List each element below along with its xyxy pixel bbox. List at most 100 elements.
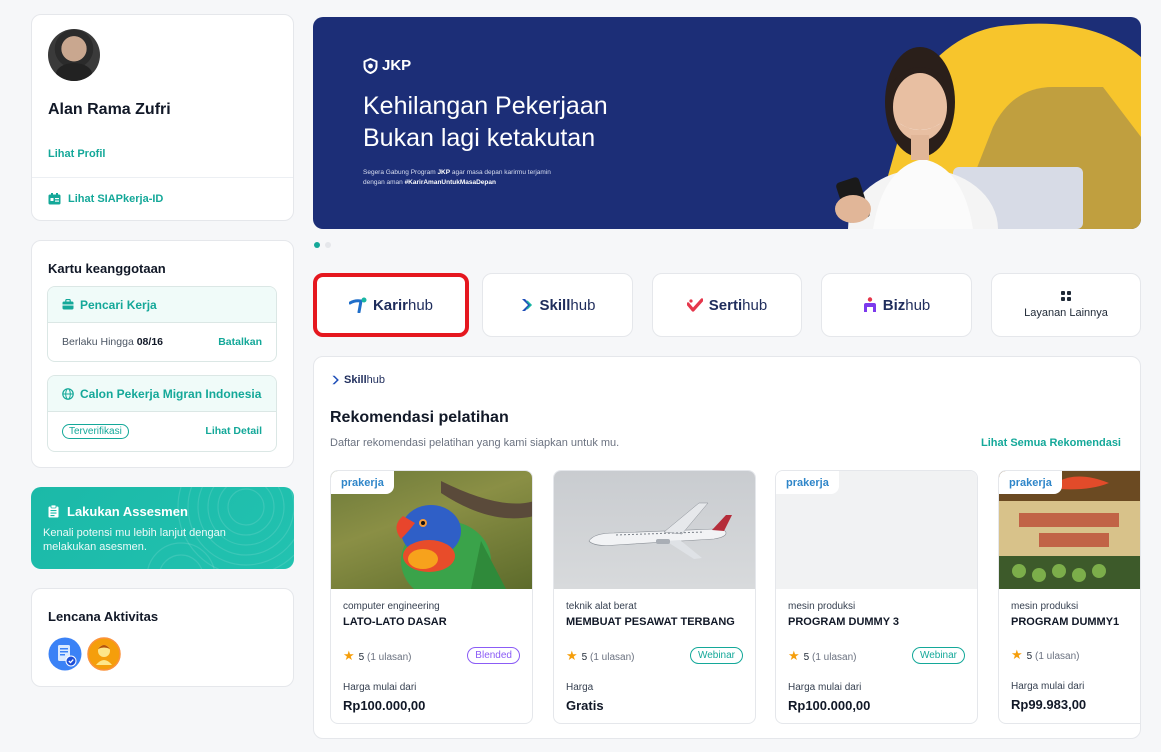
membership-title: Kartu keanggotaan [48,261,166,276]
job-seeker-footer: Berlaku Hingga 08/16 Batalkan [48,323,276,361]
bizhub-label: Bizhub [883,297,931,314]
skillhub-section-logo: Skillhub [331,374,385,386]
star-icon: ★ [788,647,800,663]
banner-sub-1c: agar masa depan karirmu terjamin [450,169,551,176]
training-category: teknik alat berat [566,601,637,612]
skillhub-logo-icon [521,299,532,311]
migrant-membership: Calon Pekerja Migran Indonesia Terverifi… [47,375,277,452]
karirhub-label: Karirhub [373,297,433,314]
carousel-dot-active[interactable] [314,242,320,248]
training-card-body: teknik alat berat MEMBUAT PESAWAT TERBAN… [554,589,755,713]
bizhub-brand: Biz [882,296,906,314]
profile-card: Alan Rama Zufri Lihat Profil Lihat SIAPk… [31,14,294,221]
view-profile-link[interactable]: Lihat Profil [48,148,105,160]
view-detail-link[interactable]: Lihat Detail [205,425,262,437]
price-label: Harga [566,682,594,693]
training-name: PROGRAM DUMMY 3 [788,616,900,628]
more-services-button[interactable]: Layanan Lainnya [991,273,1141,337]
banner-subtext: Segera Gabung Program JKP agar masa depa… [363,168,551,188]
training-price: Gratis [566,698,604,713]
rating-group: ★ 5 (1 ulasan) [343,648,411,664]
sertihub-hub: hub [742,296,768,314]
membership-card: Kartu keanggotaan Pencari Kerja Berlaku … [31,240,294,468]
training-rating: ★ 5 (1 ulasan) Webinar [788,647,965,664]
banner-headline-line-1: Kehilangan Pekerjaan [363,92,608,120]
assessment-heading: Lakukan Assesmen [48,504,188,519]
person-badge-icon[interactable] [87,637,121,671]
rating-value: 5 [803,651,810,663]
banner-headline: Kehilangan Pekerjaan Bukan lagi ketakuta… [363,90,608,154]
cancel-membership-link[interactable]: Batalkan [218,336,262,348]
training-rating: ★ 5 (1 ulasan) Webinar [566,647,743,664]
karirhub-hub: hub [408,296,434,314]
training-card[interactable]: prakerja computer engineering LATO-LATO … [330,470,533,724]
divider [32,177,293,178]
see-all-link[interactable]: Lihat Semua Rekomendasi [981,437,1121,449]
badges-card: Lencana Aktivitas [31,588,294,687]
migrant-header: Calon Pekerja Migran Indonesia [48,376,276,412]
sertihub-button[interactable]: Sertihub [652,273,802,337]
view-siap-link[interactable]: Lihat SIAPkerja-ID [48,193,163,205]
star-icon: ★ [1011,647,1023,662]
shield-icon [363,57,378,74]
training-subtitle: Daftar rekomendasi pelatihan yang kami s… [330,437,620,449]
mode-badge: Blended [467,647,520,664]
training-thumbnail: prakerja [999,471,1140,589]
karirhub-brand: Karir [372,296,408,314]
section-brand-label: Skillhub [344,374,385,386]
job-seeker-membership: Pencari Kerja Berlaku Hingga 08/16 Batal… [47,286,277,362]
profile-name: Alan Rama Zufri [48,101,171,118]
training-price: Rp99.983,00 [1011,697,1087,712]
verified-badge: Terverifikasi [62,423,129,439]
training-title: Rekomendasi pelatihan [330,409,509,426]
banner-sub-1b: JKP [437,169,451,176]
assessment-card[interactable]: Lakukan Assesmen Kenali potensi mu lebih… [31,487,294,569]
training-thumbnail [554,471,755,589]
training-card-body: computer engineering LATO-LATO DASAR ★ 5 … [331,589,532,713]
training-card[interactable]: teknik alat berat MEMBUAT PESAWAT TERBAN… [553,470,756,724]
training-name: MEMBUAT PESAWAT TERBANG [566,616,735,628]
job-seeker-header: Pencari Kerja [48,287,276,323]
briefcase-icon [62,299,74,310]
airplane-image [588,502,732,559]
karirhub-button[interactable]: Karirhub [313,273,469,337]
clipboard-icon [48,505,59,518]
training-price: Rp100.000,00 [343,698,426,713]
prakerja-badge: prakerja [999,471,1062,494]
carousel-dot[interactable] [325,242,331,248]
badges-title: Lencana Aktivitas [48,609,159,624]
bizhub-button[interactable]: Bizhub [821,273,972,337]
validity-date: 08/16 [136,336,163,348]
validity-prefix: Berlaku Hingga [62,336,137,348]
training-card[interactable]: prakerja mesin produksi PROGRAM DUMMY 3 … [775,470,978,724]
jkp-logo: JKP [363,57,411,74]
bizhub-hub: hub [905,296,931,314]
document-badge-icon[interactable] [48,637,82,671]
review-count: (1 ulasan) [367,651,412,663]
skillhub-logo-icon [332,375,339,385]
star-icon: ★ [343,647,355,663]
training-category: computer engineering [343,601,440,612]
avatar[interactable] [48,29,100,81]
banner-sub-1a: Segera Gabung Program [363,169,438,176]
review-count: (1 ulasan) [812,651,857,663]
skillhub-button[interactable]: Skillhub [482,273,633,337]
skillhub-label: Skillhub [540,297,596,314]
promo-banner[interactable]: JKP Kehilangan Pekerjaan Bukan lagi keta… [313,17,1141,229]
karirhub-logo-icon [348,297,367,313]
price-label: Harga mulai dari [1011,681,1085,692]
training-category: mesin produksi [788,601,856,612]
rating-value: 5 [581,651,588,663]
training-name: LATO-LATO DASAR [343,616,447,628]
banner-subtext-line-1: Segera Gabung Program JKP agar masa depa… [363,168,551,178]
assessment-desc: Kenali potensi mu lebih lanjut dengan me… [43,527,226,553]
mode-badge: Webinar [689,647,743,664]
jkp-logo-text: JKP [382,57,412,74]
assessment-title: Lakukan Assesmen [67,504,188,519]
job-seeker-label: Pencari Kerja [80,297,157,312]
rating-group: ★ 5 (1 ulasan) [1011,647,1079,663]
training-card[interactable]: prakerja mesin produksi PROGRAM DUMMY1 ★… [998,470,1140,724]
rating-group: ★ 5 (1 ulasan) [566,648,634,664]
sertihub-label: Sertihub [709,297,767,314]
sertihub-logo-icon [686,298,703,312]
